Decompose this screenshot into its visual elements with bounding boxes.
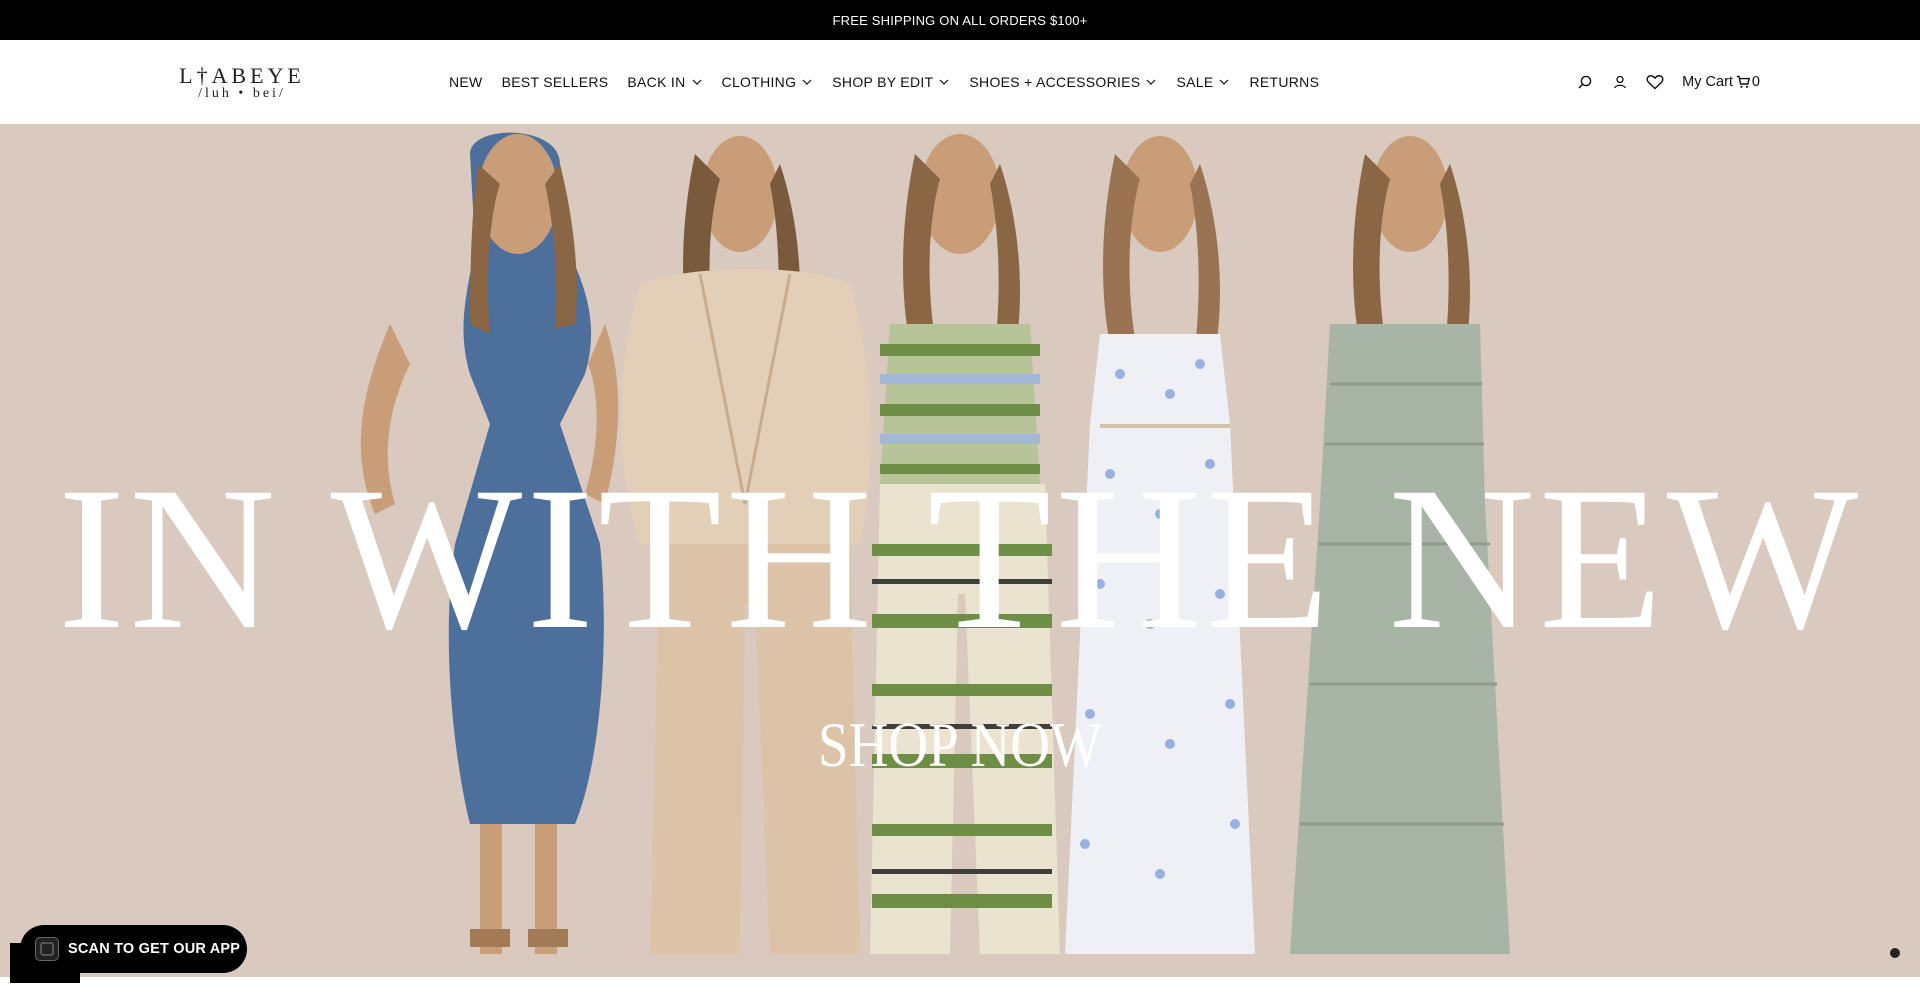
hero-banner[interactable]: IN WITH THE NEW SHOP NOW — [0, 124, 1920, 977]
announcement-bar: FREE SHIPPING ON ALL ORDERS $100+ — [0, 0, 1920, 40]
logo-pronunciation: /luh • bei/ — [198, 86, 286, 101]
logo-wordmark: L†ABEYE — [179, 63, 305, 88]
account-icon[interactable] — [1611, 73, 1629, 91]
app-logo-icon — [35, 937, 59, 961]
chevron-down-icon — [692, 79, 701, 85]
cart-count: 0 — [1751, 74, 1760, 90]
nav-item-label: BEST SELLERS — [501, 74, 609, 90]
site-header: L†ABEYE /luh • bei/ NEW BEST SELLERS BAC… — [0, 40, 1920, 124]
chevron-down-icon — [1220, 79, 1229, 85]
nav-item-shoes-accessories[interactable]: SHOES + ACCESSORIES — [969, 74, 1157, 90]
cart-label: My Cart — [1682, 74, 1733, 90]
nav-item-label: BACK IN — [627, 74, 686, 90]
nav-item-clothing[interactable]: CLOTHING — [722, 74, 814, 90]
search-icon[interactable] — [1576, 73, 1594, 91]
nav-item-label: SALE — [1176, 74, 1214, 90]
chevron-down-icon — [802, 79, 812, 85]
nav-item-returns[interactable]: RETURNS — [1249, 74, 1319, 90]
main-navigation: NEW BEST SELLERS BACK IN CLOTHING SHOP B… — [449, 40, 1338, 124]
bottom-strip — [0, 977, 1920, 993]
cart-button[interactable]: My Cart 0 — [1682, 74, 1760, 90]
brand-logo[interactable]: L†ABEYE /luh • bei/ — [172, 63, 312, 102]
nav-item-best-sellers[interactable]: BEST SELLERS — [502, 74, 609, 90]
wishlist-heart-icon[interactable] — [1646, 73, 1664, 91]
nav-item-sale[interactable]: SALE — [1176, 74, 1230, 90]
header-utilities: My Cart 0 — [1576, 40, 1760, 124]
nav-item-label: NEW — [449, 74, 483, 90]
hero-headline: IN WITH THE NEW — [57, 445, 1863, 672]
shop-now-button[interactable]: SHOP NOW — [788, 710, 1132, 780]
nav-item-label: RETURNS — [1249, 74, 1320, 90]
announcement-text: FREE SHIPPING ON ALL ORDERS $100+ — [832, 12, 1088, 28]
nav-item-label: SHOP BY EDIT — [832, 74, 934, 90]
chevron-down-icon — [939, 79, 949, 85]
app-download-badge[interactable]: SCAN TO GET OUR APP — [20, 925, 247, 973]
nav-item-back-in[interactable]: BACK IN — [627, 74, 702, 90]
nav-item-new[interactable]: NEW — [449, 74, 483, 90]
nav-item-shop-by-edit[interactable]: SHOP BY EDIT — [832, 74, 950, 90]
chevron-down-icon — [1147, 79, 1156, 85]
slide-indicator-dot[interactable] — [1890, 948, 1900, 958]
app-badge-label: SCAN TO GET OUR APP — [68, 941, 241, 957]
cart-icon — [1736, 75, 1750, 88]
nav-item-label: SHOES + ACCESSORIES — [969, 74, 1141, 90]
nav-item-label: CLOTHING — [721, 74, 797, 90]
